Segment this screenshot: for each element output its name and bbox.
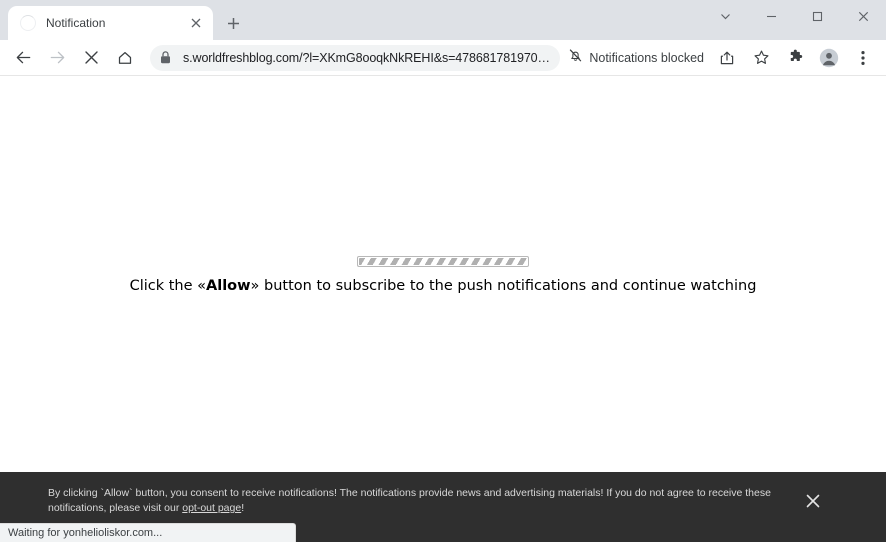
bookmark-star-icon[interactable]: [747, 44, 775, 72]
consent-close-icon[interactable]: [793, 481, 833, 521]
headline-prefix: Click the «: [129, 278, 207, 294]
home-icon[interactable]: [111, 44, 139, 72]
forward-icon: [43, 44, 71, 72]
page-content: Click the «Allow» button to subscribe to…: [0, 76, 886, 542]
loading-spinner-icon: [20, 15, 36, 31]
consent-text-part2: !: [241, 502, 245, 514]
chevron-down-icon[interactable]: [702, 0, 748, 32]
status-text: Waiting for yonhelioliskor.com...: [8, 527, 163, 539]
headline-allow-keyword: Allow: [206, 278, 251, 294]
bell-slash-icon: [568, 48, 583, 68]
browser-window: Notification s.worldfreshblog.com/?l=XKm…: [0, 0, 886, 542]
omnibox[interactable]: s.worldfreshblog.com/?l=XKmG8ooqkNkREHI&…: [150, 44, 561, 71]
consent-bar: By clicking `Allow` button, you consent …: [0, 472, 886, 530]
extensions-puzzle-icon[interactable]: [781, 44, 809, 72]
new-tab-button[interactable]: [219, 9, 247, 37]
page-headline: Click the «Allow» button to subscribe to…: [0, 276, 886, 296]
tab-strip: Notification: [0, 0, 886, 40]
browser-toolbar: s.worldfreshblog.com/?l=XKmG8ooqkNkREHI&…: [0, 40, 886, 76]
status-bubble: Waiting for yonhelioliskor.com...: [0, 523, 296, 542]
tab-title: Notification: [46, 16, 106, 30]
close-icon[interactable]: [187, 14, 205, 32]
consent-text-part1: By clicking `Allow` button, you consent …: [48, 487, 771, 514]
back-icon[interactable]: [9, 44, 37, 72]
headline-suffix: » button to subscribe to the push notifi…: [250, 278, 757, 294]
page-center-block: Click the «Allow» button to subscribe to…: [0, 256, 886, 296]
close-icon[interactable]: [840, 0, 886, 32]
url-text: s.worldfreshblog.com/?l=XKmG8ooqkNkREHI&…: [183, 50, 551, 65]
opt-out-page-link[interactable]: opt-out page: [182, 502, 241, 514]
stop-loading-icon[interactable]: [77, 44, 105, 72]
consent-ghost-text: [300, 530, 303, 539]
browser-tab[interactable]: Notification: [8, 6, 213, 40]
minimize-icon[interactable]: [748, 0, 794, 32]
three-dot-menu-icon[interactable]: [849, 44, 877, 72]
notifications-blocked-chip[interactable]: Notifications blocked: [566, 45, 708, 71]
window-controls: [702, 0, 886, 32]
share-icon[interactable]: [713, 44, 741, 72]
notifications-blocked-label: Notifications blocked: [589, 50, 704, 65]
indeterminate-progress-bar: [357, 256, 529, 267]
consent-text: By clicking `Allow` button, you consent …: [48, 486, 793, 516]
padlock-icon[interactable]: [160, 51, 174, 64]
maximize-icon[interactable]: [794, 0, 840, 32]
profile-avatar-icon[interactable]: [815, 44, 843, 72]
